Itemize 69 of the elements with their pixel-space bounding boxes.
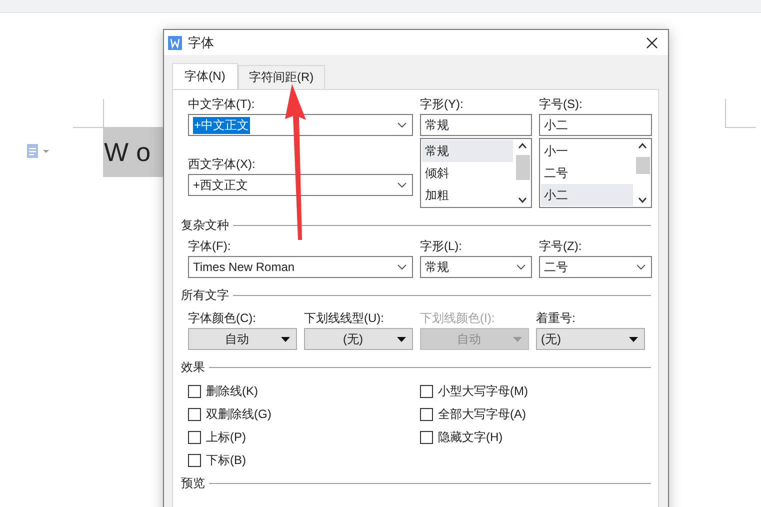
- checkbox-option[interactable]: 小型大写字母(M): [420, 380, 640, 403]
- checkbox[interactable]: [420, 408, 433, 421]
- field-label: 字形(Y):: [420, 96, 464, 113]
- dropdown[interactable]: Times New Roman: [188, 256, 413, 278]
- field-label: 下划线颜色(I):: [420, 310, 496, 327]
- checkbox[interactable]: [188, 385, 201, 398]
- chevron-down-icon: [397, 264, 407, 270]
- close-icon[interactable]: [646, 36, 658, 48]
- font-dropdown[interactable]: +西文正文: [188, 174, 413, 196]
- field-label: 西文字体(X):: [188, 156, 256, 173]
- field-label: 着重号:: [536, 310, 576, 327]
- field-label: 字号(S):: [539, 96, 584, 113]
- input-field[interactable]: 常规: [420, 114, 532, 136]
- input-field[interactable]: 小二: [539, 114, 652, 136]
- field-label: 字体颜色(C):: [188, 310, 257, 327]
- window-title: 字体: [188, 34, 215, 52]
- tab[interactable]: 字体(N): [172, 63, 238, 89]
- section-title: 预览: [181, 474, 205, 492]
- dropdown-value: +中文正文: [193, 116, 250, 134]
- checkbox[interactable]: [188, 408, 201, 421]
- dropdown-button[interactable]: (无): [304, 328, 413, 350]
- caret-down-icon: [397, 336, 406, 342]
- field-label: 字形(L):: [420, 238, 463, 255]
- chevron-down-icon: [397, 182, 407, 188]
- checkbox-option[interactable]: 双删除线(G): [188, 403, 420, 426]
- field-label: 字体(F):: [188, 238, 232, 255]
- chevron-down-icon: [397, 122, 407, 128]
- crop-mark: [73, 99, 104, 128]
- checkbox-option[interactable]: 上标(P): [188, 426, 420, 449]
- checkbox[interactable]: [420, 385, 433, 398]
- list-item[interactable]: 小二: [541, 184, 633, 206]
- section-title: 复杂文种: [181, 216, 229, 234]
- chevron-up-icon: [638, 143, 647, 149]
- dropdown[interactable]: 二号: [539, 256, 652, 278]
- field-label: 字号(Z):: [539, 238, 583, 255]
- checkbox-option[interactable]: 隐藏文字(H): [420, 426, 640, 449]
- checkbox-option[interactable]: 删除线(K): [188, 380, 420, 403]
- checkbox[interactable]: [188, 431, 201, 444]
- dropdown-button[interactable]: 自动: [188, 328, 297, 350]
- chevron-down-icon: [638, 197, 647, 203]
- checkbox[interactable]: [420, 431, 433, 444]
- checkbox-option[interactable]: 全部大写字母(A): [420, 403, 640, 426]
- document-icon[interactable]: [26, 144, 50, 158]
- caret-down-icon: [513, 336, 522, 342]
- list-item[interactable]: 小一: [541, 140, 633, 162]
- checkbox-option[interactable]: 下标(B): [188, 449, 420, 472]
- app-logo-icon: [168, 36, 182, 50]
- list-item[interactable]: 二号: [541, 162, 633, 184]
- chevron-up-icon: [518, 143, 527, 149]
- caret-down-icon: [281, 336, 290, 342]
- checkbox[interactable]: [188, 454, 201, 467]
- tab[interactable]: 字符间距(R): [238, 65, 325, 89]
- caret-down-icon: [629, 336, 638, 342]
- dropdown-value: +西文正文: [193, 176, 250, 194]
- chevron-down-icon: [636, 264, 646, 270]
- dropdown[interactable]: 常规: [420, 256, 532, 278]
- font-dropdown[interactable]: +中文正文: [188, 114, 413, 136]
- chevron-down-icon: [516, 264, 526, 270]
- list-item[interactable]: 加粗: [422, 184, 513, 206]
- crop-mark: [725, 99, 756, 128]
- field-label: 下划线线型(U):: [304, 310, 385, 327]
- chevron-down-icon: [518, 197, 527, 203]
- section-title: 效果: [181, 358, 205, 376]
- list-item[interactable]: 倾斜: [422, 162, 513, 184]
- list-item[interactable]: 常规: [422, 140, 513, 162]
- document-text: Wo: [103, 127, 163, 177]
- section-title: 所有文字: [181, 286, 229, 304]
- dropdown-button[interactable]: (无): [536, 328, 645, 350]
- field-label: 中文字体(T):: [188, 96, 256, 113]
